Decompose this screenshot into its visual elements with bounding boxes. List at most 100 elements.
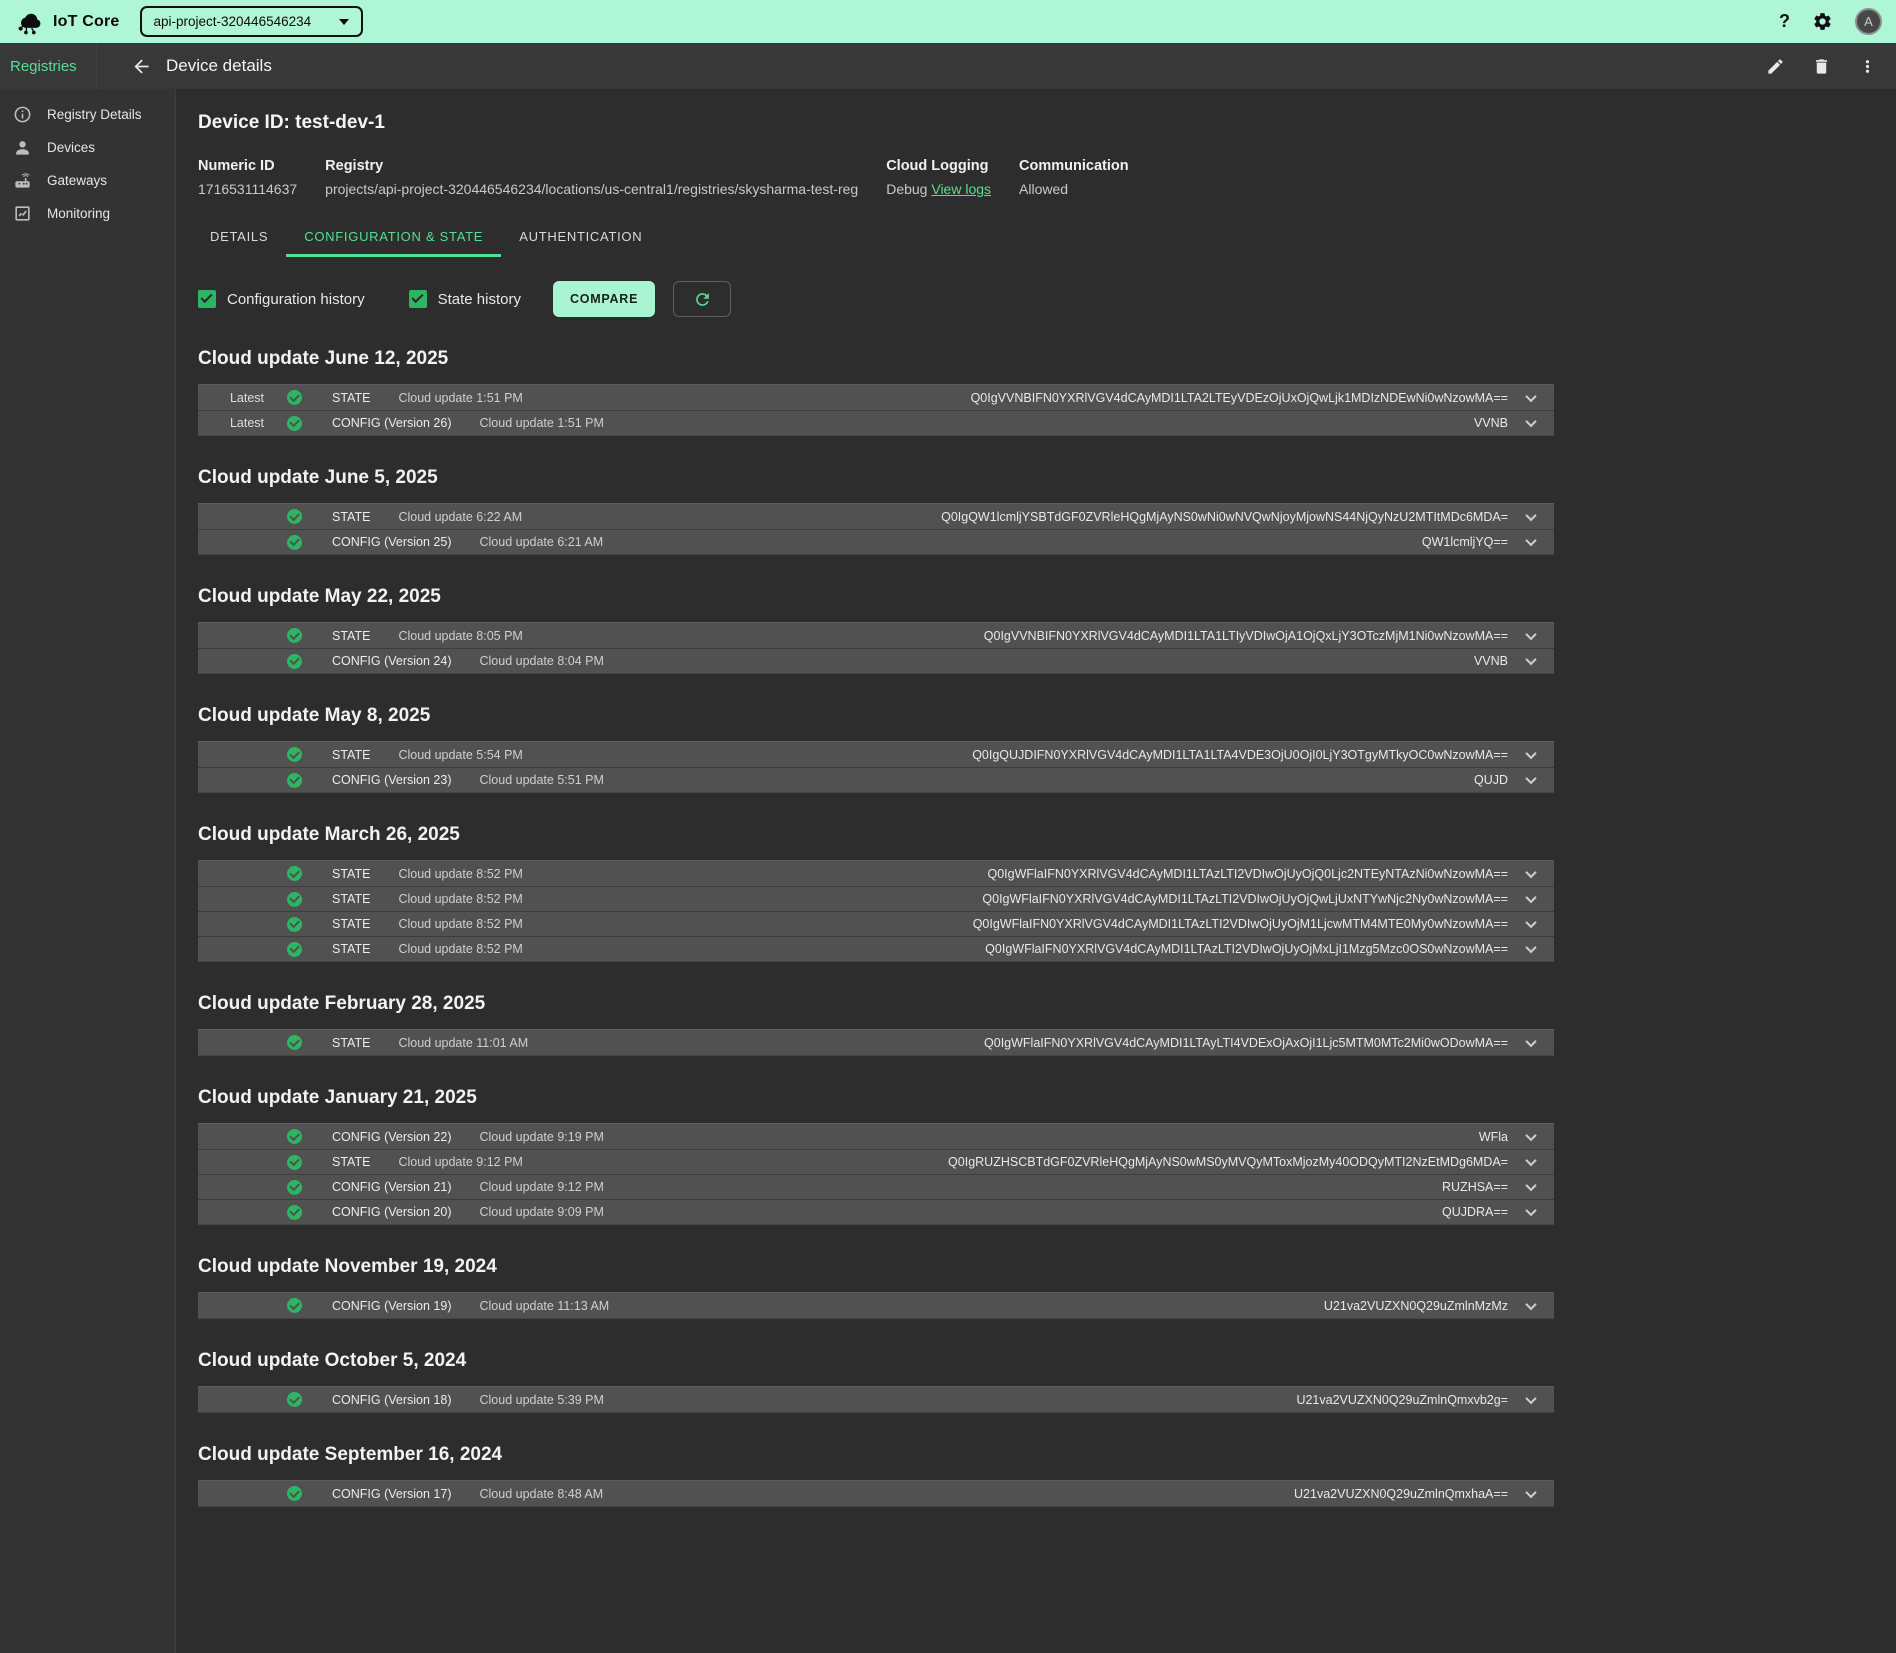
row-update-time: Cloud update 8:04 PM bbox=[479, 654, 603, 668]
cloud-update-section: Cloud update January 21, 2025 CONFIG (Ve… bbox=[198, 1087, 1554, 1225]
pencil-icon bbox=[1766, 57, 1785, 76]
history-row[interactable]: CONFIG (Version 25) Cloud update 6:21 AM… bbox=[198, 529, 1554, 554]
chevron-down-icon bbox=[1525, 654, 1536, 665]
state-history-checkbox[interactable] bbox=[409, 290, 427, 308]
history-row[interactable]: STATE Cloud update 11:01 AM Q0IgWFlaIFN0… bbox=[198, 1030, 1554, 1055]
sidebar: Registry Details Devices Gateways Monito… bbox=[0, 89, 176, 1653]
delete-button[interactable] bbox=[1804, 49, 1838, 83]
history-row[interactable]: STATE Cloud update 6:22 AM Q0IgQW1lcmljY… bbox=[198, 504, 1554, 529]
history-row[interactable]: STATE Cloud update 5:54 PM Q0IgQUJDIFN0Y… bbox=[198, 742, 1554, 767]
history-row[interactable]: STATE Cloud update 8:05 PM Q0IgVVNBIFN0Y… bbox=[198, 623, 1554, 648]
history-row[interactable]: CONFIG (Version 24) Cloud update 8:04 PM… bbox=[198, 648, 1554, 673]
arrow-left-icon bbox=[131, 56, 152, 77]
history-row[interactable]: STATE Cloud update 8:52 PM Q0IgWFlaIFN0Y… bbox=[198, 911, 1554, 936]
expand-row-button[interactable] bbox=[1508, 1208, 1554, 1216]
history-row[interactable]: STATE Cloud update 8:52 PM Q0IgWFlaIFN0Y… bbox=[198, 886, 1554, 911]
gear-icon[interactable] bbox=[1812, 11, 1833, 32]
row-value-base64: Q0IgVVNBIFN0YXRlVGV4dCAyMDI1LTA2LTEyVDEz… bbox=[951, 391, 1508, 405]
row-type-label: STATE bbox=[332, 629, 370, 643]
row-update-time: Cloud update 9:19 PM bbox=[479, 1130, 603, 1144]
more-options-button[interactable] bbox=[1850, 49, 1884, 83]
history-row[interactable]: STATE Cloud update 9:12 PM Q0IgRUZHSCBTd… bbox=[198, 1149, 1554, 1174]
check-circle-icon bbox=[287, 747, 302, 762]
sidebar-item-devices[interactable]: Devices bbox=[0, 131, 175, 164]
expand-row-button[interactable] bbox=[1508, 419, 1554, 427]
history-row[interactable]: CONFIG (Version 22) Cloud update 9:19 PM… bbox=[198, 1124, 1554, 1149]
back-button[interactable] bbox=[124, 49, 158, 83]
project-selector[interactable]: api-project-320446546234 bbox=[140, 6, 364, 37]
row-value-base64: U21va2VUZXN0Q29uZmlnQmxhaA== bbox=[1274, 1487, 1508, 1501]
section-title: Cloud update September 16, 2024 bbox=[198, 1444, 1554, 1466]
expand-row-button[interactable] bbox=[1508, 394, 1554, 402]
tab-authentication[interactable]: AUTHENTICATION bbox=[501, 215, 660, 257]
expand-row-button[interactable] bbox=[1508, 1396, 1554, 1404]
row-type-label: CONFIG (Version 25) bbox=[332, 535, 451, 549]
row-update-time: Cloud update 9:09 PM bbox=[479, 1205, 603, 1219]
chevron-down-icon bbox=[1525, 1035, 1536, 1046]
row-update-time: Cloud update 1:51 PM bbox=[398, 391, 522, 405]
section-title: Cloud update June 5, 2025 bbox=[198, 467, 1554, 489]
row-value-base64: Q0IgQW1lcmljYSBTdGF0ZVRleHQgMjAyNS0wNi0w… bbox=[921, 510, 1508, 524]
meta-cloud-logging: Cloud Logging Debug View logs bbox=[886, 158, 991, 197]
breadcrumb-registries[interactable]: Registries bbox=[0, 43, 97, 89]
expand-row-button[interactable] bbox=[1508, 895, 1554, 903]
sidebar-item-monitoring[interactable]: Monitoring bbox=[0, 197, 175, 230]
expand-row-button[interactable] bbox=[1508, 776, 1554, 784]
history-row[interactable]: CONFIG (Version 23) Cloud update 5:51 PM… bbox=[198, 767, 1554, 792]
expand-row-button[interactable] bbox=[1508, 1039, 1554, 1047]
history-row[interactable]: CONFIG (Version 19) Cloud update 11:13 A… bbox=[198, 1293, 1554, 1318]
expand-row-button[interactable] bbox=[1508, 1158, 1554, 1166]
monitoring-icon bbox=[13, 204, 32, 223]
expand-row-button[interactable] bbox=[1508, 538, 1554, 546]
history-row[interactable]: STATE Cloud update 8:52 PM Q0IgWFlaIFN0Y… bbox=[198, 936, 1554, 961]
history-row[interactable]: CONFIG (Version 17) Cloud update 8:48 AM… bbox=[198, 1481, 1554, 1506]
check-circle-icon bbox=[287, 390, 302, 405]
history-row[interactable]: CONFIG (Version 18) Cloud update 5:39 PM… bbox=[198, 1387, 1554, 1412]
chevron-down-icon bbox=[1525, 1392, 1536, 1403]
expand-row-button[interactable] bbox=[1508, 513, 1554, 521]
row-type-label: STATE bbox=[332, 942, 370, 956]
expand-row-button[interactable] bbox=[1508, 945, 1554, 953]
expand-row-button[interactable] bbox=[1508, 1183, 1554, 1191]
section-title: Cloud update February 28, 2025 bbox=[198, 993, 1554, 1015]
edit-button[interactable] bbox=[1758, 49, 1792, 83]
row-update-time: Cloud update 6:22 AM bbox=[398, 510, 522, 524]
sidebar-item-registry-details[interactable]: Registry Details bbox=[0, 98, 175, 131]
tab-configuration-and-state[interactable]: CONFIGURATION & STATE bbox=[286, 215, 501, 257]
refresh-button[interactable] bbox=[673, 281, 731, 317]
row-value-base64: Q0IgWFlaIFN0YXRlVGV4dCAyMDI1LTAzLTI2VDIw… bbox=[953, 917, 1508, 931]
history-sections: Cloud update June 12, 2025 Latest STATE … bbox=[198, 348, 1554, 1507]
trash-icon bbox=[1812, 57, 1831, 76]
expand-row-button[interactable] bbox=[1508, 657, 1554, 665]
view-logs-link[interactable]: View logs bbox=[931, 181, 991, 197]
tab-details[interactable]: DETAILS bbox=[192, 215, 286, 257]
expand-row-button[interactable] bbox=[1508, 870, 1554, 878]
history-row[interactable]: STATE Cloud update 8:52 PM Q0IgWFlaIFN0Y… bbox=[198, 861, 1554, 886]
row-value-base64: U21va2VUZXN0Q29uZmlnMzMz bbox=[1304, 1299, 1508, 1313]
history-row[interactable]: Latest CONFIG (Version 26) Cloud update … bbox=[198, 410, 1554, 435]
compare-button[interactable]: COMPARE bbox=[553, 281, 655, 317]
check-circle-icon bbox=[287, 892, 302, 907]
cloud-update-section: Cloud update June 5, 2025 STATE Cloud up… bbox=[198, 467, 1554, 555]
row-value-base64: Q0IgVVNBIFN0YXRlVGV4dCAyMDI1LTA1LTIyVDIw… bbox=[964, 629, 1508, 643]
check-circle-icon bbox=[287, 942, 302, 957]
help-icon[interactable]: ? bbox=[1779, 11, 1790, 32]
history-row[interactable]: CONFIG (Version 20) Cloud update 9:09 PM… bbox=[198, 1199, 1554, 1224]
expand-row-button[interactable] bbox=[1508, 751, 1554, 759]
sidebar-item-gateways[interactable]: Gateways bbox=[0, 164, 175, 197]
device-id-heading: Device ID: test-dev-1 bbox=[198, 112, 1554, 134]
check-circle-icon bbox=[287, 773, 302, 788]
avatar[interactable]: A bbox=[1855, 8, 1882, 35]
section-title: Cloud update June 12, 2025 bbox=[198, 348, 1554, 370]
history-row[interactable]: CONFIG (Version 21) Cloud update 9:12 PM… bbox=[198, 1174, 1554, 1199]
row-update-time: Cloud update 8:52 PM bbox=[398, 892, 522, 906]
expand-row-button[interactable] bbox=[1508, 920, 1554, 928]
expand-row-button[interactable] bbox=[1508, 1490, 1554, 1498]
row-update-time: Cloud update 8:52 PM bbox=[398, 942, 522, 956]
configuration-history-checkbox[interactable] bbox=[198, 290, 216, 308]
expand-row-button[interactable] bbox=[1508, 1302, 1554, 1310]
expand-row-button[interactable] bbox=[1508, 1133, 1554, 1141]
history-row[interactable]: Latest STATE Cloud update 1:51 PM Q0IgVV… bbox=[198, 385, 1554, 410]
expand-row-button[interactable] bbox=[1508, 632, 1554, 640]
sidebar-item-label: Devices bbox=[47, 140, 95, 155]
